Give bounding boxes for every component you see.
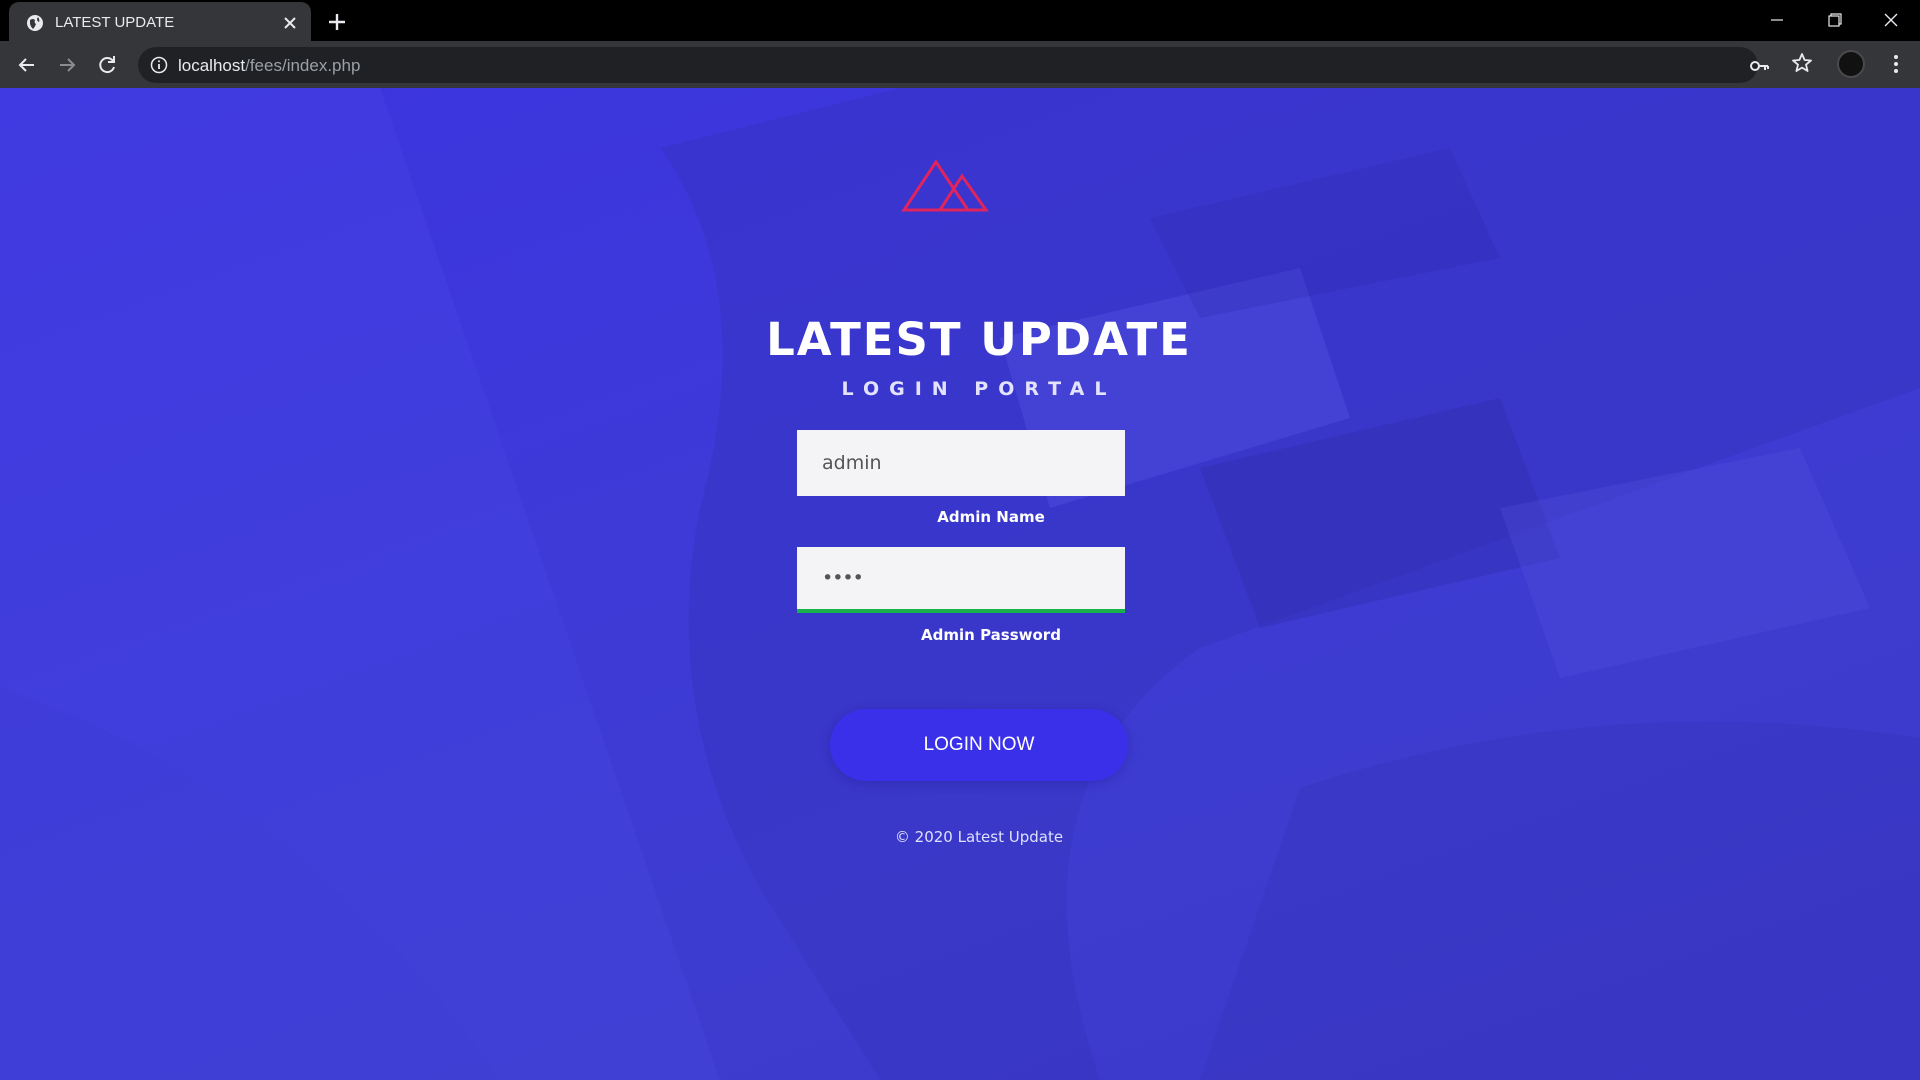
page-viewport: LATEST UPDATE LOGIN PORTAL Admin Name Ad…	[0, 88, 1920, 1080]
minimize-icon[interactable]	[1754, 6, 1800, 36]
star-icon[interactable]	[1790, 51, 1814, 75]
admin-name-input[interactable]	[797, 430, 1125, 496]
page-subtitle: LOGIN PORTAL	[841, 378, 1117, 400]
url-host: localhost	[178, 56, 246, 75]
close-icon[interactable]	[280, 13, 300, 33]
address-bar[interactable]: localhost/fees/index.php	[138, 47, 1769, 83]
globe-icon	[27, 15, 43, 31]
plus-icon[interactable]	[324, 9, 350, 35]
admin-name-label: Admin Name	[937, 508, 1045, 526]
key-icon[interactable]	[1748, 55, 1770, 77]
url-path: /fees/index.php	[245, 56, 361, 75]
admin-password-field	[797, 547, 1125, 613]
profile-avatar[interactable]	[1837, 50, 1865, 78]
tab-strip: LATEST UPDATE	[0, 0, 1920, 41]
url-text[interactable]: localhost/fees/index.php	[178, 56, 360, 76]
reload-icon[interactable]	[93, 51, 121, 79]
admin-name-field	[797, 430, 1125, 496]
back-icon[interactable]	[13, 51, 41, 79]
logo-triangles-icon	[901, 159, 989, 212]
tab-title: LATEST UPDATE	[55, 14, 175, 31]
admin-password-input[interactable]	[797, 547, 1125, 609]
browser-toolbar: localhost/fees/index.php	[0, 41, 1920, 88]
info-icon[interactable]	[150, 56, 168, 74]
login-button[interactable]: LOGIN NOW	[830, 709, 1128, 781]
menu-icon[interactable]	[1884, 51, 1908, 77]
footer-copyright: © 2020 Latest Update	[894, 828, 1064, 846]
forward-icon[interactable]	[53, 51, 81, 79]
admin-password-label: Admin Password	[921, 626, 1061, 644]
page-title: LATEST UPDATE	[766, 313, 1192, 366]
close-window-icon[interactable]	[1868, 6, 1914, 36]
browser-tab[interactable]: LATEST UPDATE	[9, 2, 311, 41]
restore-icon[interactable]	[1811, 6, 1857, 36]
